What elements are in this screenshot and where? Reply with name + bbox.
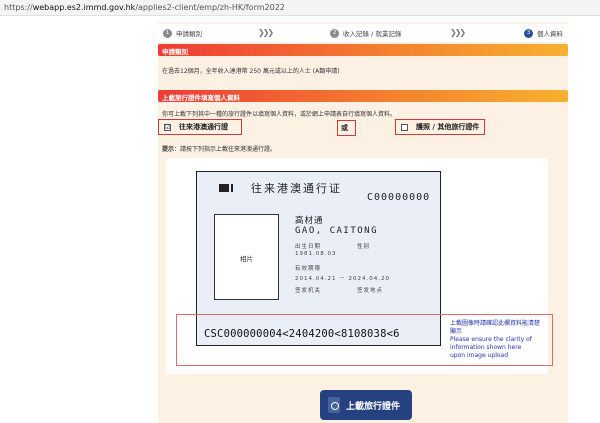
checkbox-icon[interactable]: ☑ [164, 123, 171, 131]
card-title: 往来港澳通行证 [251, 182, 342, 195]
issue-place-label: 签发地点 [357, 288, 384, 294]
photo-label: 相片 [240, 255, 253, 263]
step-3: 3 個人資料 [524, 28, 563, 38]
upload-button-label: 上載旅行證件 [346, 401, 401, 412]
section-header-application-type: 申請類別 [158, 44, 568, 56]
chevron-right-icon: ❯❯❯ [258, 28, 274, 37]
card-name-en: GAO, CAITONG [295, 226, 379, 236]
passport-icon [328, 397, 340, 413]
url-host: webapp.es2.immd.gov.hk [32, 3, 136, 12]
validity-value: 2014.04.21 － 2024.04.20 [295, 276, 390, 282]
option-or-label: 或 [337, 120, 356, 136]
clarity-note: 上載圖像時請確認此欄資料能清楚顯示 Please ensure the clar… [450, 320, 545, 360]
step-3-label: 個人資料 [537, 30, 563, 38]
dob-value: 1981.08.03 [295, 251, 337, 257]
card-name-cn: 高材通 [295, 216, 324, 226]
address-bar[interactable]: https://webapp.es2.immd.gov.hk/applies2-… [0, 0, 600, 16]
step-1-label: 申請類別 [176, 30, 202, 38]
clarity-note-zh: 上載圖像時請確認此欄資料能清楚顯示 [450, 320, 541, 335]
step-3-number: 3 [524, 28, 533, 38]
hint-text: ：請按下列指示上載往來港澳通行證。 [174, 146, 277, 153]
clarity-note-en-3: upon image upload [450, 352, 509, 359]
option-mainland-label: 往來港澳通行證 [179, 123, 228, 131]
checkbox-icon[interactable] [401, 123, 408, 131]
sex-label: 性别 [357, 244, 371, 250]
url-scheme: https:// [4, 3, 33, 12]
step-2: 2 收入記錄 / 就業記錄 [330, 28, 401, 38]
dob-label: 出生日期 [295, 244, 322, 250]
step-1: 1 申請類別 [163, 28, 202, 38]
progress-steps: 1 申請類別 ❯❯❯ 2 收入記錄 / 就業記錄 ❯❯❯ 3 個人資料 [158, 24, 568, 42]
emblem-icon [219, 184, 234, 192]
form-page: 1 申請類別 ❯❯❯ 2 收入記錄 / 就業記錄 ❯❯❯ 3 個人資料 申請類別… [158, 22, 568, 423]
card-doc-number: C00000000 [367, 192, 431, 203]
hint: 提示：請按下列指示上載往來港澳通行證。 [162, 144, 276, 153]
step-2-label: 收入記錄 / 就業記錄 [343, 30, 402, 38]
validity-label: 有效期限 [295, 266, 322, 272]
mrz-line: CSC000000004<2404200<8108038<6 [204, 328, 400, 340]
upload-instruction: 你可上載下列其中一種的旅行證件以填寫個人資料，或於網上申請表自行填寫個人資料。 [162, 111, 397, 118]
option-passport-label: 護照 / 其他旅行證件 [416, 123, 480, 131]
section-header-upload-travel-doc: 上載旅行證件填寫個人資料 [158, 90, 568, 102]
chevron-right-icon: ❯❯❯ [450, 28, 466, 37]
step-1-number: 1 [163, 28, 172, 38]
sample-document-panel: 往来港澳通行证 C00000000 相片 高材通 GAO, CAITONG 出生… [166, 158, 553, 374]
hint-label: 提示 [162, 146, 175, 153]
option-passport-other[interactable]: 護照 / 其他旅行證件 [395, 119, 485, 135]
option-mainland-permit[interactable]: ☑ 往來港澳通行證 [158, 119, 242, 135]
application-type-text: 在過去12個月，全年收入達港幣 250 萬元或以上的人士 (A類申請) [162, 68, 340, 75]
photo-placeholder: 相片 [214, 214, 279, 300]
clarity-note-en-1: Please ensure the clarity of [450, 336, 532, 343]
issuer-label: 签发机关 [295, 288, 322, 294]
upload-travel-doc-button[interactable]: 上載旅行證件 [320, 390, 412, 420]
url-path: /applies2-client/emp/zh-HK/form2022 [135, 3, 285, 12]
clarity-note-en-2: information shown here [450, 344, 522, 351]
step-2-number: 2 [330, 28, 339, 38]
or-text: 或 [341, 124, 348, 132]
